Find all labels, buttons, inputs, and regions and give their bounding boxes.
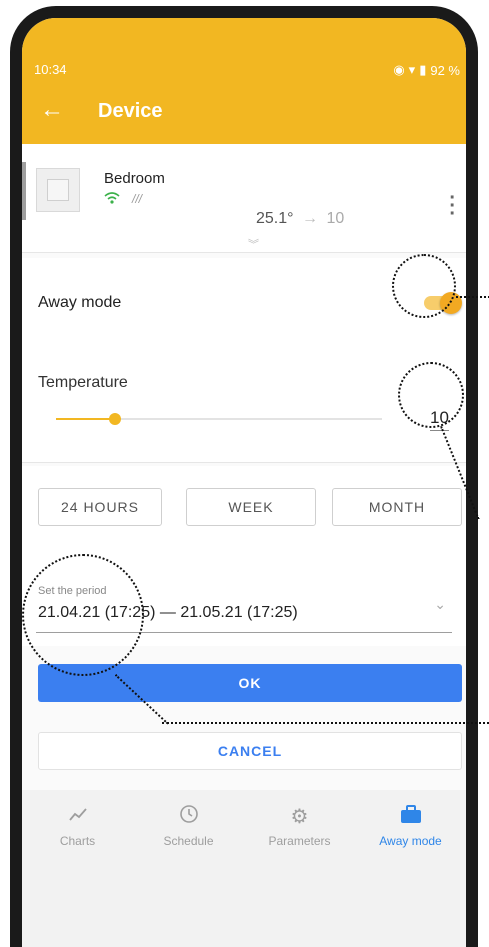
temperature-label: Temperature — [38, 374, 128, 391]
arrow-right-icon: → — [302, 210, 318, 227]
battery-level: 92 % — [430, 62, 460, 78]
chart-line-icon — [22, 804, 133, 830]
target-temperature: 10 — [326, 210, 345, 227]
device-name: Bedroom — [104, 170, 165, 187]
ok-button[interactable]: OK — [38, 664, 462, 702]
device-thumbnail — [36, 168, 80, 212]
nav-label: Away mode — [379, 834, 442, 848]
bottom-navigation: Charts Schedule ⚙ Parameters Away mode — [22, 790, 466, 947]
gear-icon: ⚙ — [290, 806, 309, 828]
temperature-slider[interactable] — [56, 413, 382, 425]
briefcase-icon — [355, 804, 466, 830]
away-mode-toggle[interactable] — [424, 292, 462, 314]
toggle-knob — [440, 292, 462, 314]
device-temperatures: 25.1° → 10 — [256, 210, 344, 228]
device-indicator — [22, 162, 26, 220]
slider-thumb[interactable] — [109, 413, 121, 425]
device-card[interactable]: Bedroom /// 25.1° → 10 ︾ · · · — [22, 144, 466, 253]
period-select[interactable]: Set the period 21.04.21 (17:25) — 21.05.… — [22, 560, 466, 646]
clock-icon — [133, 804, 244, 830]
period-tabs: 24 HOURS WEEK MONTH — [22, 466, 466, 560]
vibrate-icon: ◉ — [393, 62, 405, 77]
current-temperature: 25.1° — [256, 210, 294, 227]
chevron-down-icon[interactable]: ⌄ — [434, 596, 446, 613]
more-vert-icon[interactable]: · · · — [449, 188, 456, 224]
wifi-icon — [104, 192, 120, 207]
signal-strength: /// — [132, 192, 143, 206]
status-bar: 10:34 ◉ ▾ ▮ 92 % — [22, 18, 466, 82]
nav-away-mode[interactable]: Away mode — [355, 804, 466, 848]
nav-label: Schedule — [163, 834, 214, 848]
page-title: Device — [98, 100, 163, 122]
tab-week[interactable]: WEEK — [186, 488, 316, 526]
temperature-value-input[interactable]: 10 — [430, 408, 449, 431]
nav-charts[interactable]: Charts — [22, 804, 133, 848]
battery-icon: ▮ — [419, 62, 427, 77]
slider-fill — [56, 418, 115, 420]
screen: 10:34 ◉ ▾ ▮ 92 % ← Device Bedroom /// 25… — [22, 18, 466, 947]
nav-parameters[interactable]: ⚙ Parameters — [244, 804, 355, 848]
wifi-icon: ▾ — [408, 62, 416, 77]
away-mode-label: Away mode — [38, 294, 122, 311]
away-mode-row: Away mode — [22, 258, 466, 345]
tab-24-hours[interactable]: 24 HOURS — [38, 488, 162, 526]
cancel-button[interactable]: CANCEL — [38, 732, 462, 770]
app-bar: ← Device — [22, 82, 466, 144]
period-value: 21.04.21 (17:25) — 21.05.21 (17:25) — [38, 604, 298, 621]
back-arrow-icon[interactable]: ← — [40, 98, 64, 122]
phone-frame: 10:34 ◉ ▾ ▮ 92 % ← Device Bedroom /// 25… — [0, 0, 489, 947]
period-underline — [36, 632, 452, 633]
chevron-down-icon[interactable]: ︾ — [248, 236, 259, 252]
nav-schedule[interactable]: Schedule — [133, 804, 244, 848]
status-time: 10:34 — [34, 62, 67, 77]
status-icons: ◉ ▾ ▮ 92 % — [393, 62, 460, 78]
temperature-row: Temperature 10 — [22, 344, 466, 463]
tab-month[interactable]: MONTH — [332, 488, 462, 526]
nav-label: Charts — [59, 834, 96, 848]
nav-label: Parameters — [268, 834, 331, 848]
period-label: Set the period — [38, 585, 107, 597]
